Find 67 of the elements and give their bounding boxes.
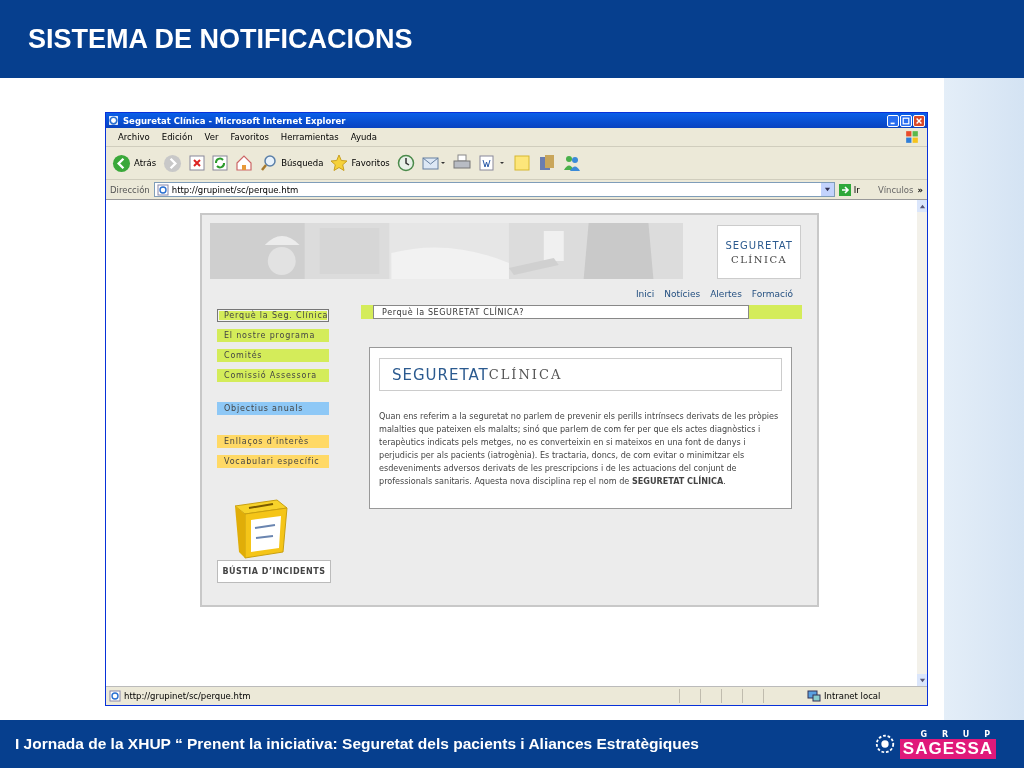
security-zone: Intranet local <box>824 691 882 701</box>
sidebar-item[interactable]: Comissió Assessora <box>217 369 329 382</box>
windows-flag-icon <box>905 130 919 144</box>
sidebar-item[interactable]: Enllaços d’interès <box>217 435 329 448</box>
nav-link[interactable]: Alertes <box>710 289 742 305</box>
incidents-mailbox-button[interactable]: BÚSTIA D’INCIDENTS <box>217 560 331 583</box>
sidebar-item[interactable]: Objectius anuals <box>217 402 329 415</box>
stop-icon[interactable] <box>189 155 206 171</box>
links-more-button[interactable]: » <box>917 184 923 195</box>
nav-link[interactable]: Inici <box>635 289 655 305</box>
address-field[interactable]: http://grupinet/sc/perque.htm <box>153 182 835 197</box>
maximize-icon <box>902 116 910 125</box>
page-icon <box>109 690 121 702</box>
star-icon <box>330 154 349 172</box>
book-icon[interactable] <box>537 154 556 172</box>
sidebar-item[interactable]: El nostre programa <box>217 329 329 342</box>
nav-link[interactable]: Notícies <box>664 289 701 305</box>
people-icon[interactable] <box>562 154 581 172</box>
document-icon[interactable] <box>477 154 506 172</box>
printer-icon[interactable] <box>452 154 471 172</box>
maximize-button[interactable] <box>900 114 912 127</box>
logo-text: SEGURETAT <box>392 365 489 384</box>
refresh-icon[interactable] <box>212 155 229 171</box>
arrow-icon <box>838 183 851 196</box>
body-paragraph: Quan ens referim a la seguretat no parlem de prevenir els perills intrínsecs derivats de les pròpies malalties que pateixen els malalts; sinó que parlem de com fer per que els actes diagnòstics i terapèutics indicats pels metges, no es converteixin en si mateixos en una font de danys i perjudicis per als pacients (iatrogènia). Es tractaria, doncs, de com evitar o minimitzar els esdeveniments adversos derivats de les prescripcions i de les actuacions del conjunt de professionals sanitaris. Aquesta nova disciplina rep el nom de SEGURETAT CLÍNICA. <box>379 410 780 488</box>
page-heading: Perquè la SEGURETAT CLÍNICA? <box>373 305 749 319</box>
nav-link[interactable]: Formació <box>751 289 793 305</box>
logo-mark-icon <box>873 733 896 755</box>
window-title: Seguretat Clínica - Microsoft Internet Explorer <box>123 115 347 126</box>
network-icon <box>807 690 821 702</box>
scroll-up-icon <box>918 202 926 210</box>
menu-item[interactable]: Ver <box>198 132 225 142</box>
home-icon[interactable] <box>235 154 254 172</box>
menu-item[interactable]: Herramientas <box>274 132 345 142</box>
menu-item[interactable]: Archivo <box>112 132 156 142</box>
toolbar-button[interactable]: Favoritos <box>330 154 390 172</box>
vertical-scrollbar[interactable] <box>917 200 927 686</box>
mail-icon[interactable] <box>421 154 446 172</box>
footer-text: I Jornada de la XHUP “ Prenent la iniciativa: Seguretat dels pacients i Aliances Estratègiques <box>15 735 700 753</box>
logo-subtext: CLÍNICA <box>731 253 788 265</box>
logo-name: SAGESSA <box>899 738 996 759</box>
history-icon[interactable] <box>396 154 415 172</box>
address-label: Dirección <box>110 184 150 195</box>
page-icon <box>108 115 119 126</box>
toolbar-button[interactable]: Atrás <box>112 153 157 173</box>
minimize-button[interactable] <box>887 114 899 127</box>
logo-subtext: CLÍNICA <box>488 367 563 382</box>
close-icon <box>915 116 923 125</box>
logo-text: SEGURETAT <box>725 239 793 251</box>
menu-item[interactable]: Favoritos <box>224 132 275 142</box>
site-logo[interactable]: SEGURETAT CLÍNICA <box>717 225 801 279</box>
sidebar-item[interactable]: Comités <box>217 349 329 362</box>
sidebar-item[interactable]: Vocabulari específic <box>217 455 329 468</box>
menu-item[interactable]: Ayuda <box>344 132 383 142</box>
search-icon <box>260 154 279 172</box>
links-button[interactable]: Vínculos <box>877 184 914 195</box>
page-icon <box>156 183 169 196</box>
close-button[interactable] <box>913 114 925 127</box>
sidebar-item[interactable]: Perquè la Seg. Clínica <box>217 309 329 322</box>
menu-item[interactable]: Edición <box>155 132 199 142</box>
toolbar-button[interactable]: Búsqueda <box>260 154 324 172</box>
logo-text: G R U P <box>920 729 996 739</box>
status-url: http://grupinet/sc/perque.htm <box>124 691 251 701</box>
caret-icon <box>823 186 831 193</box>
slide-title: SISTEMA DE NOTIFICACIONS <box>28 23 413 55</box>
scroll-down-icon <box>918 676 926 684</box>
go-button[interactable]: Ir <box>838 183 874 196</box>
